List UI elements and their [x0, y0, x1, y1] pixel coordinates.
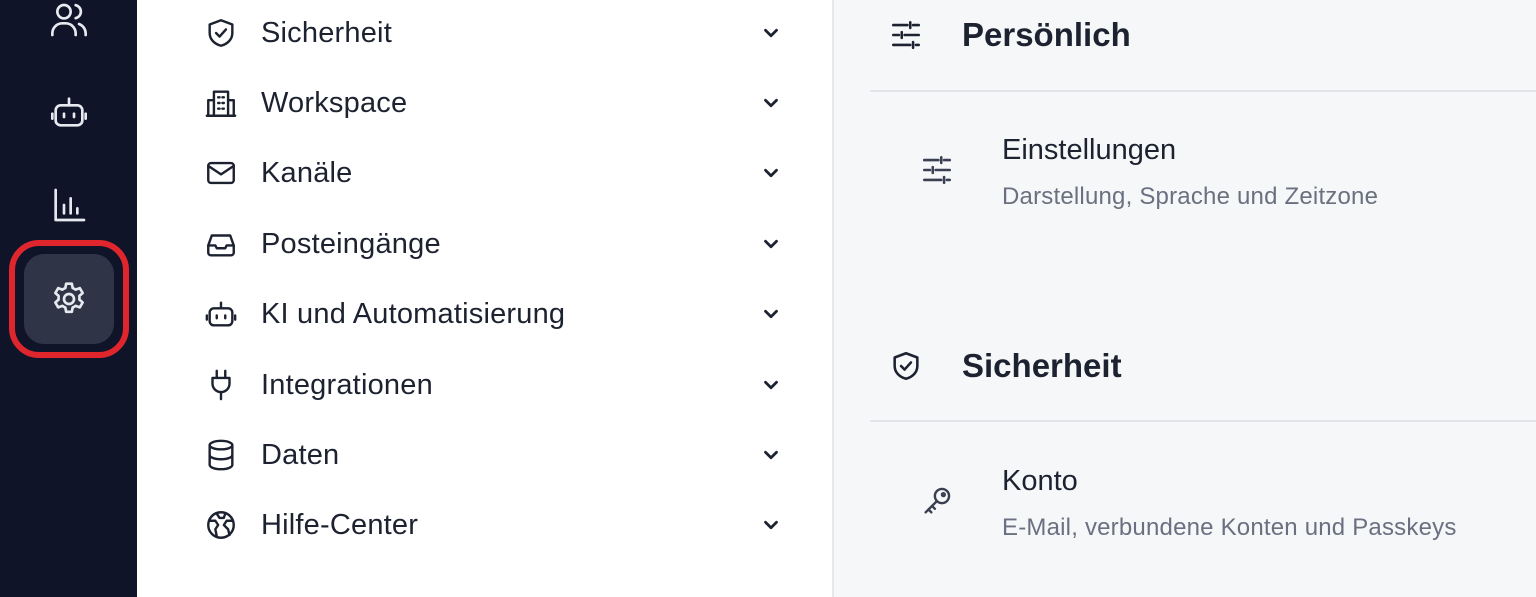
- nav-item-label: Integrationen: [261, 368, 433, 401]
- nav-item-sicherheit[interactable]: Sicherheit: [203, 8, 783, 58]
- globe-icon: [207, 511, 235, 539]
- nav-item-kanaele[interactable]: Kanäle: [203, 148, 783, 198]
- settings-content: Persönlich Einstellungen Darstellung, Sp…: [836, 0, 1536, 597]
- nav-item-label: Daten: [261, 438, 340, 471]
- nav-item-label: Posteingänge: [261, 227, 441, 260]
- settings-card-konto[interactable]: Konto E-Mail, verbundene Konten und Pass…: [902, 463, 1457, 542]
- nav-item-label: KI und Automatisierung: [261, 297, 566, 330]
- nav-item-workspace[interactable]: Workspace: [203, 78, 783, 128]
- shield-check-icon: [893, 351, 919, 381]
- rail-contacts-button[interactable]: [37, 0, 101, 52]
- mail-icon: [207, 161, 235, 185]
- key-icon: [924, 487, 951, 514]
- bar-chart-icon: [54, 188, 86, 222]
- rail-automation-button[interactable]: [37, 80, 101, 144]
- icon-rail: [0, 0, 137, 597]
- rail-settings-button[interactable]: [24, 254, 114, 344]
- section-title: Persönlich: [962, 16, 1131, 53]
- nav-item-hilfe-center[interactable]: Hilfe-Center: [203, 500, 783, 550]
- nav-item-posteingaenge[interactable]: Posteingänge: [203, 219, 783, 269]
- settings-card-einstellungen[interactable]: Einstellungen Darstellung, Sprache und Z…: [902, 132, 1378, 211]
- nav-item-label: Kanäle: [261, 156, 353, 189]
- nav-item-label: Hilfe-Center: [261, 508, 419, 541]
- plug-icon: [211, 369, 231, 401]
- chevron-down-icon: [764, 380, 778, 390]
- building-icon: [205, 90, 237, 117]
- settings-nav-panel: Sicherheit Workspace Kanäle Posteingänge…: [137, 0, 834, 597]
- chevron-down-icon: [764, 28, 778, 38]
- robot-icon: [205, 301, 237, 327]
- nav-item-label: Sicherheit: [261, 16, 392, 49]
- card-title: Einstellungen: [1002, 134, 1177, 166]
- database-icon: [208, 439, 234, 471]
- nav-item-daten[interactable]: Daten: [203, 430, 783, 480]
- gear-icon: [54, 282, 84, 314]
- card-description: Darstellung, Sprache und Zeitzone: [1002, 183, 1379, 210]
- nav-item-label: Workspace: [261, 86, 408, 119]
- chevron-down-icon: [764, 98, 778, 108]
- card-description: E-Mail, verbundene Konten und Passkeys: [1002, 514, 1457, 541]
- chevron-down-icon: [764, 309, 778, 319]
- section-divider: [870, 90, 1536, 92]
- section-header-sicherheit: Sicherheit: [888, 347, 1122, 385]
- chevron-down-icon: [764, 450, 778, 460]
- nav-item-ki-automatisierung[interactable]: KI und Automatisierung: [203, 289, 783, 339]
- section-divider: [870, 420, 1536, 422]
- inbox-icon: [207, 234, 235, 257]
- sliders-icon: [891, 20, 921, 50]
- sliders-icon: [922, 155, 952, 185]
- app-window: Sicherheit Workspace Kanäle Posteingänge…: [0, 0, 1536, 597]
- card-title: Konto: [1002, 465, 1078, 497]
- rail-reports-button[interactable]: [37, 173, 101, 237]
- robot-icon: [51, 97, 87, 127]
- section-header-persoenlich: Persönlich: [888, 16, 1131, 54]
- nav-item-integrationen[interactable]: Integrationen: [203, 360, 783, 410]
- chevron-down-icon: [764, 239, 778, 249]
- chevron-down-icon: [764, 168, 778, 178]
- shield-check-icon: [208, 19, 234, 47]
- users-icon: [51, 3, 87, 37]
- section-title: Sicherheit: [962, 347, 1122, 384]
- chevron-down-icon: [764, 520, 778, 530]
